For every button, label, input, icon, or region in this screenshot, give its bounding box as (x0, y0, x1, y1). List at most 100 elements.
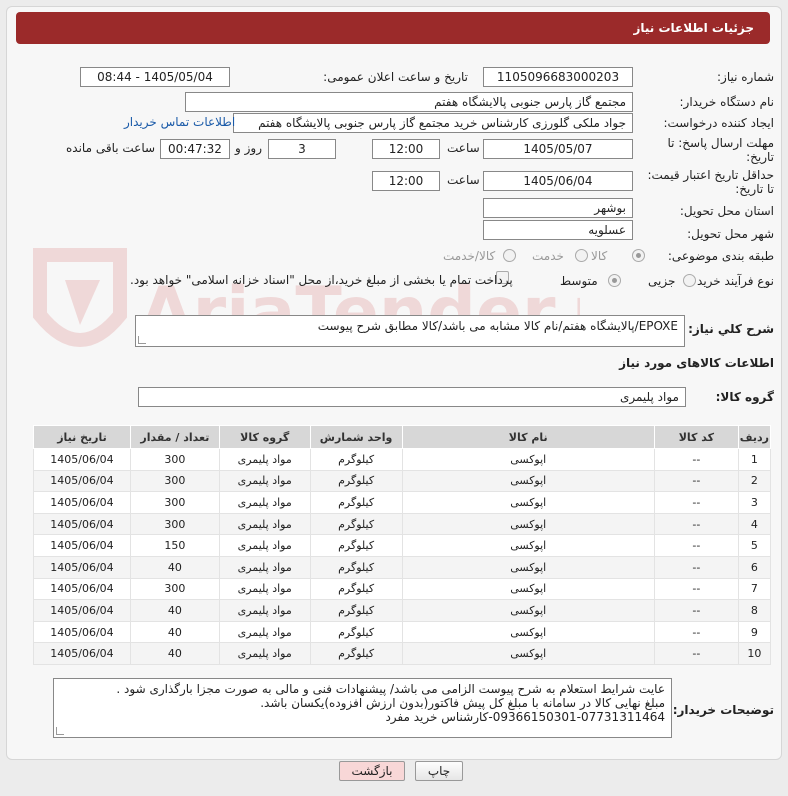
item-name: اپوکسی (401, 491, 655, 514)
requester-label: ایجاد کننده درخواست: (663, 116, 774, 130)
buyer-org-label: نام دستگاه خریدار: (679, 95, 775, 109)
category-option-service: خدمت (532, 249, 564, 263)
buyer-notes-line: 09366150301-07731311464-کارشناس خرید مفر… (385, 710, 665, 724)
table-row: 6 -- اپوکسی کیلوگرم مواد پلیمری 40 1405/06/04 (33, 555, 772, 579)
item-group: مواد پلیمری (218, 577, 311, 601)
item-code: -- (653, 555, 739, 579)
resize-grip-icon[interactable] (138, 336, 146, 344)
row-number: 1 (737, 448, 772, 471)
item-unit: کیلوگرم (309, 577, 403, 601)
item-code: -- (653, 599, 739, 622)
row-number: 10 (737, 642, 772, 665)
buyer-notes-field: عایت شرایط استعلام به شرح پیوست الزامی م… (53, 678, 672, 738)
back-button[interactable]: بازگشت (339, 761, 405, 781)
item-code: -- (653, 448, 739, 471)
process-radio-medium[interactable] (608, 274, 621, 287)
item-code: -- (653, 620, 739, 644)
need-number-field: 1105096683000203 (483, 67, 633, 87)
row-number: 7 (737, 577, 772, 601)
item-need-date: 1405/06/04 (33, 577, 131, 601)
announce-datetime-label: تاریخ و ساعت اعلان عمومی: (323, 70, 468, 84)
item-quantity: 40 (129, 642, 220, 665)
category-radio-goods[interactable] (632, 249, 645, 262)
table-row: 3 -- اپوکسی کیلوگرم مواد پلیمری 300 1405/06/04 (33, 491, 772, 514)
description-text: EPOXE/پالایشگاه هفتم/نام کالا مشابه می ب… (317, 319, 678, 333)
delivery-city-label: شهر محل تحویل: (687, 227, 774, 241)
goods-group-field: مواد پلیمری (138, 387, 686, 407)
item-unit: کیلوگرم (309, 555, 403, 579)
table-row: 9 -- اپوکسی کیلوگرم مواد پلیمری 40 1405/06/04 (33, 620, 772, 644)
item-name: اپوکسی (401, 599, 655, 622)
item-name: اپوکسی (401, 534, 655, 557)
table-row: 10 -- اپوکسی کیلوگرم مواد پلیمری 40 1405/06/04 (33, 642, 772, 665)
buyer-notes-label: توضیحات خریدار: (672, 703, 774, 717)
item-quantity: 300 (129, 469, 220, 493)
category-label: طبقه بندی موضوعی: (667, 249, 774, 263)
treasury-payment-note: پرداخت تمام یا بخشی از مبلغ خرید،از محل … (130, 273, 513, 287)
category-radio-goods-service[interactable] (503, 249, 516, 262)
item-name: اپوکسی (401, 577, 655, 601)
item-quantity: 300 (129, 448, 220, 471)
resize-grip-icon[interactable] (56, 727, 64, 735)
item-name: اپوکسی (401, 512, 655, 536)
item-unit: کیلوگرم (309, 448, 403, 471)
item-group: مواد پلیمری (218, 512, 311, 536)
row-number: 2 (737, 469, 772, 493)
item-group: مواد پلیمری (218, 469, 311, 493)
buyer-contact-link[interactable]: اطلاعات تماس خریدار (124, 115, 235, 129)
row-number: 9 (737, 620, 772, 644)
goods-table-header: ردیف کد کالا نام کالا واحد شمارش گروه کا… (33, 425, 772, 449)
category-option-goods-service: کالا/خدمت (443, 249, 496, 263)
item-group: مواد پلیمری (218, 555, 311, 579)
item-group: مواد پلیمری (218, 448, 311, 471)
item-need-date: 1405/06/04 (33, 448, 131, 471)
item-need-date: 1405/06/04 (33, 642, 131, 665)
item-quantity: 300 (129, 577, 220, 601)
goods-section-title: اطلاعات کالاهای مورد نیاز (619, 356, 774, 370)
process-option-medium: متوسط (560, 274, 598, 288)
table-row: 1 -- اپوکسی کیلوگرم مواد پلیمری 300 1405/06/04 (33, 448, 772, 471)
remaining-time-label: ساعت باقی مانده (66, 141, 156, 155)
item-code: -- (653, 512, 739, 536)
send-deadline-time-label: ساعت (447, 141, 480, 155)
need-number-label: شماره نیاز: (717, 70, 774, 84)
item-code: -- (653, 642, 739, 665)
item-code: -- (653, 491, 739, 514)
item-unit: کیلوگرم (309, 642, 403, 665)
goods-group-label: گروه کالا: (715, 390, 774, 404)
item-group: مواد پلیمری (218, 599, 311, 622)
table-row: 5 -- اپوکسی کیلوگرم مواد پلیمری 150 1405/06/04 (33, 534, 772, 557)
category-radio-service[interactable] (575, 249, 588, 262)
print-button[interactable]: چاپ (415, 761, 463, 781)
item-unit: کیلوگرم (309, 512, 403, 536)
item-name: اپوکسی (401, 469, 655, 493)
buyer-notes-line: عایت شرایط استعلام به شرح پیوست الزامی م… (116, 682, 665, 696)
description-label: شرح کلي نياز: (688, 322, 774, 336)
page-header: جزئیات اطلاعات نیاز (16, 12, 770, 44)
goods-table: ردیف کد کالا نام کالا واحد شمارش گروه کا… (33, 425, 772, 665)
buyer-org-field: مجتمع گاز پارس جنوبی پالایشگاه هفتم (185, 92, 633, 112)
item-name: اپوکسی (401, 555, 655, 579)
days-label: روز و (235, 141, 262, 155)
item-need-date: 1405/06/04 (33, 555, 131, 579)
buyer-notes-line: مبلغ نهایی کالا در سامانه با مبلغ کل پیش… (260, 696, 665, 710)
item-code: -- (653, 577, 739, 601)
send-deadline-time-field: 12:00 (372, 139, 440, 159)
price-validity-time-label: ساعت (447, 173, 480, 187)
delivery-province-field: بوشهر (483, 198, 633, 218)
requester-field: جواد ملکی گلورزی کارشناس خرید مجتمع گاز … (233, 113, 633, 133)
item-need-date: 1405/06/04 (33, 469, 131, 493)
process-option-minor: جزیی (648, 274, 676, 288)
row-number: 8 (737, 599, 772, 622)
delivery-province-label: استان محل تحویل: (679, 204, 774, 218)
table-row: 2 -- اپوکسی کیلوگرم مواد پلیمری 300 1405/06/04 (33, 469, 772, 493)
item-need-date: 1405/06/04 (33, 534, 131, 557)
item-need-date: 1405/06/04 (33, 491, 131, 514)
item-group: مواد پلیمری (218, 534, 311, 557)
process-radio-minor[interactable] (683, 274, 696, 287)
col-quantity: تعداد / مقدار (129, 425, 220, 449)
table-row: 7 -- اپوکسی کیلوگرم مواد پلیمری 300 1405/06/04 (33, 577, 772, 601)
send-deadline-label: مهلت ارسال پاسخ: تا تاریخ: (667, 136, 774, 164)
item-quantity: 300 (129, 512, 220, 536)
item-need-date: 1405/06/04 (33, 620, 131, 644)
